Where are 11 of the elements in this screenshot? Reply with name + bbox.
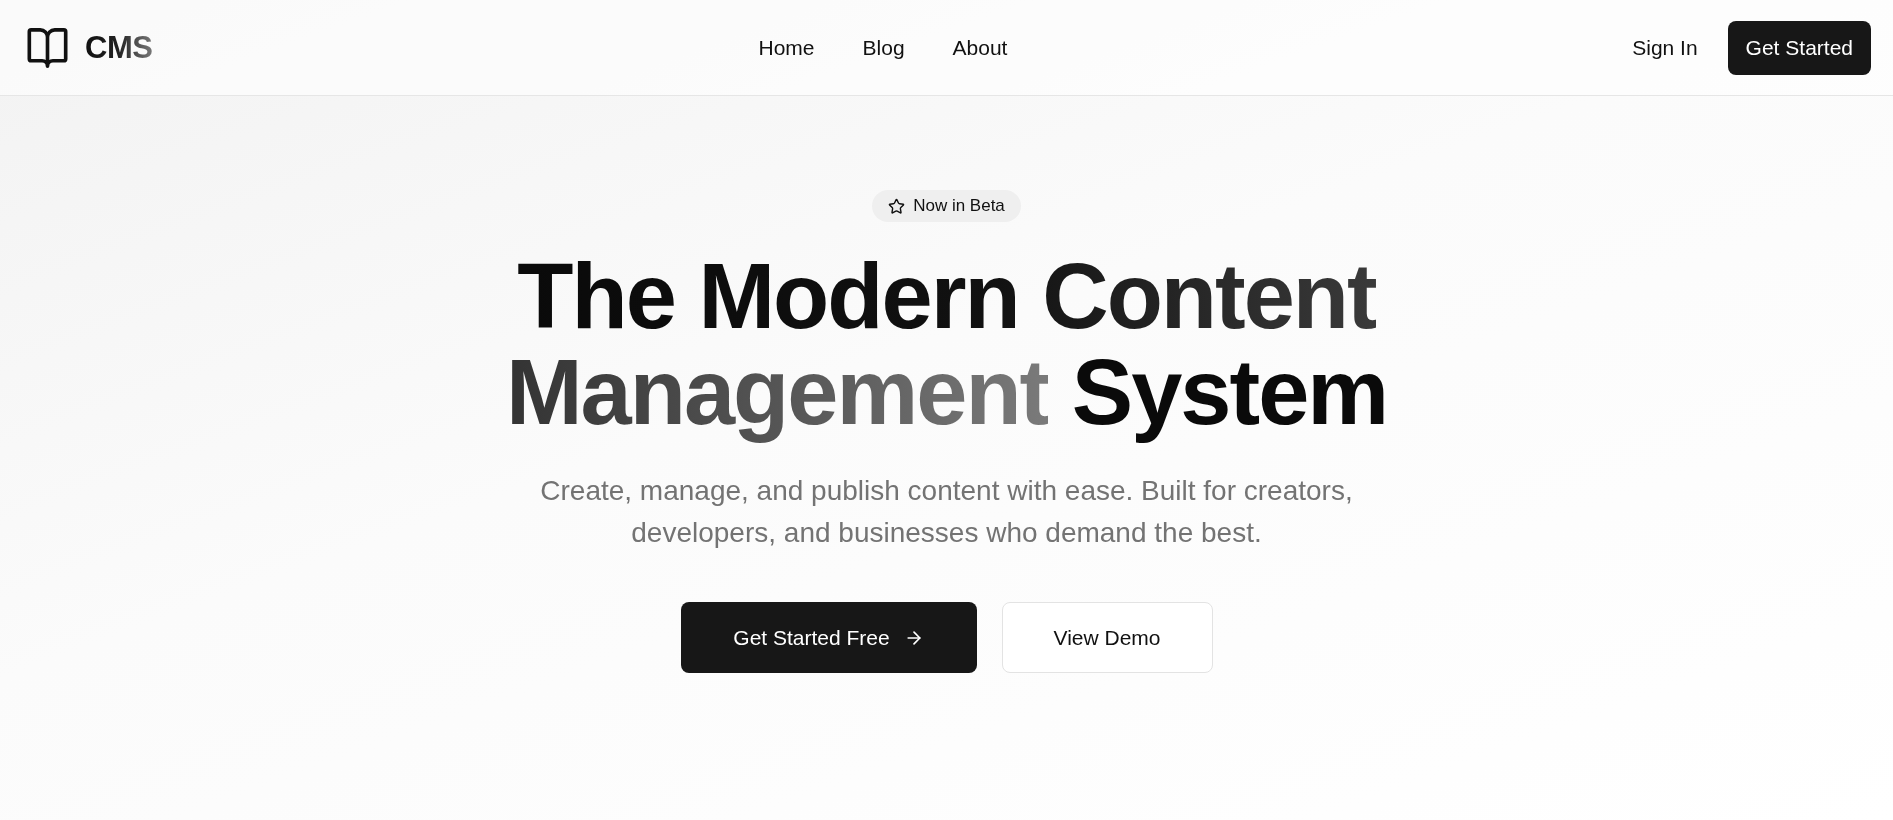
nav-link[interactable]: Home	[758, 35, 815, 60]
hero-subtitle: Create, manage, and publish content with ease. Built for creators, developers, and businesses who demand the best.	[539, 474, 1354, 550]
book-icon	[25, 27, 70, 68]
star-icon	[888, 197, 906, 215]
get-started-button[interactable]: Get Started	[1727, 20, 1871, 75]
view-demo-button[interactable]: View Demo	[1001, 602, 1213, 673]
sign-in-button[interactable]: Sign In	[1632, 35, 1698, 60]
nav-link[interactable]: About	[952, 35, 1008, 60]
get-started-free-button[interactable]: Get Started Free	[680, 602, 977, 673]
badge-text: Now in Beta	[913, 196, 1005, 216]
nav-link[interactable]: Blog	[862, 35, 905, 60]
